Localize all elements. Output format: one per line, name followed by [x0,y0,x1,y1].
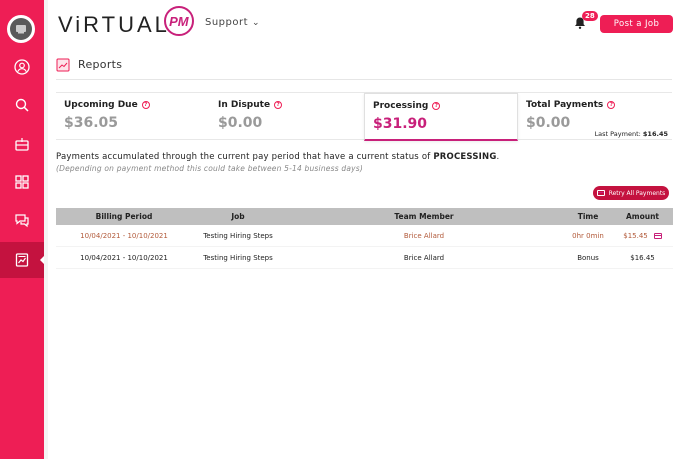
logo-badge: PM [163,6,194,36]
processing-subnote: (Depending on payment method this could … [56,164,364,173]
card-label: Upcoming Due [64,100,138,110]
table-row[interactable]: 10/04/2021 - 10/10/2021 Testing Hiring S… [56,247,673,269]
chevron-down-icon: ⌄ [252,17,261,28]
card-icon[interactable] [653,232,662,239]
inbox-icon [15,138,29,151]
avatar-icon [10,18,32,40]
cell-member[interactable]: Brice Allard [284,254,564,262]
sidebar [0,0,45,459]
avatar[interactable] [7,15,35,43]
col-team-member[interactable]: Team Member [284,212,564,221]
col-time[interactable]: Time [564,212,612,221]
sidebar-item-messages[interactable] [0,202,44,238]
card-value: $31.90 [373,116,428,132]
sidebar-item-search[interactable] [0,87,44,123]
cell-member[interactable]: Brice Allard [284,232,564,240]
support-menu[interactable]: Support ⌄ [205,17,260,28]
logo[interactable]: ViRTUAL PM [58,6,194,40]
profile-icon [14,59,30,75]
sidebar-item-profile[interactable] [0,49,44,85]
card-total-payments[interactable]: Total Payments? $0.00 Last Payment: $16.… [518,93,672,141]
card-label: Processing [373,101,429,111]
support-label: Support [205,17,249,28]
main-content: Reports Upcoming Due? $36.05 In Dispute?… [48,46,688,459]
page-title: Reports [78,58,123,71]
page-header: Reports [56,50,672,80]
grid-icon [15,175,29,189]
reports-icon [15,253,29,267]
col-amount[interactable]: Amount [612,212,673,221]
summary-cards: Upcoming Due? $36.05 In Dispute? $0.00 P… [56,92,672,141]
col-job[interactable]: Job [192,212,284,221]
cell-amount: $16.45 [630,253,655,262]
logo-text: ViRTUAL [58,12,170,37]
help-icon[interactable]: ? [274,101,283,109]
help-icon[interactable]: ? [432,102,441,110]
cell-period: 10/04/2021 - 10/10/2021 [80,231,168,240]
reports-icon [56,58,70,71]
card-label: Total Payments [526,100,604,110]
top-header: ViRTUAL PM Support ⌄ 28 Post a Job [48,0,688,46]
card-label: In Dispute [218,100,271,110]
last-payment: Last Payment: $16.45 [594,130,668,138]
col-billing-period[interactable]: Billing Period [56,212,192,221]
retry-all-payments-button[interactable]: Retry All Payments [593,186,669,200]
table-row[interactable]: 10/04/2021 - 10/10/2021 Testing Hiring S… [56,225,673,247]
card-value: $0.00 [526,115,571,131]
search-icon [15,98,29,112]
card-value: $0.00 [218,115,263,131]
sidebar-item-inbox[interactable] [0,126,44,162]
cell-amount: $15.45 [612,232,673,240]
post-job-button[interactable]: Post a Job [600,15,673,33]
notification-badge: 28 [582,11,598,21]
processing-description: Payments accumulated through the current… [56,152,500,162]
help-icon[interactable]: ? [607,101,616,109]
sidebar-item-reports[interactable] [0,242,44,278]
cell-job: Testing Hiring Steps [203,231,273,240]
help-icon[interactable]: ? [141,101,150,109]
payments-table: Billing Period Job Team Member Time Amou… [56,208,673,269]
card-in-dispute[interactable]: In Dispute? $0.00 [210,93,364,141]
cell-job: Testing Hiring Steps [203,253,273,262]
card-icon [596,190,605,196]
cell-time: 0hr 0min [572,231,604,240]
chat-icon [15,214,29,228]
cell-period: 10/04/2021 - 10/10/2021 [80,253,168,262]
card-upcoming-due[interactable]: Upcoming Due? $36.05 [56,93,210,141]
card-processing[interactable]: Processing? $31.90 [364,93,518,141]
sidebar-item-dashboard[interactable] [0,164,44,200]
cell-time: Bonus [577,253,599,262]
table-header: Billing Period Job Team Member Time Amou… [56,208,673,225]
card-value: $36.05 [64,115,119,131]
